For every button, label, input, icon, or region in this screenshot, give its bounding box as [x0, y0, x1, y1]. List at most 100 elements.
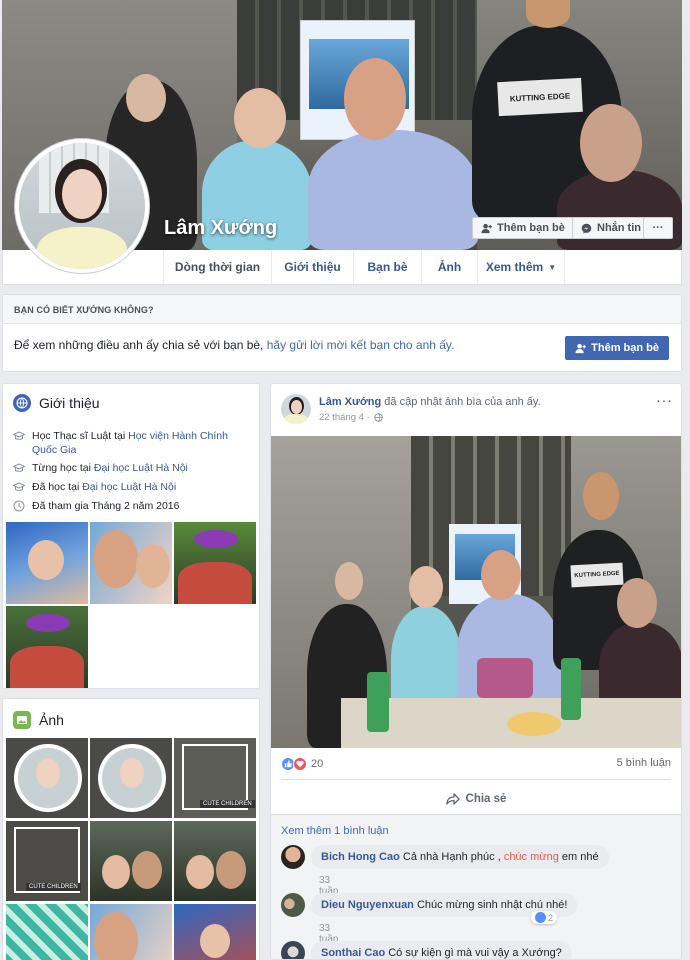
post-options-button[interactable]: ··· — [656, 392, 673, 408]
timeline-post: Lâm Xướng đã cập nhật ảnh bìa của anh ấy… — [270, 383, 682, 960]
post-action: đã cập nhật ảnh bìa của anh ấy. — [381, 396, 541, 408]
commenter-name[interactable]: Sonthai Cao — [321, 947, 385, 959]
tab-photos[interactable]: Ảnh — [421, 250, 477, 284]
photo-cake — [477, 658, 533, 698]
comment-text-end: em nhé — [558, 851, 599, 863]
person-woman-face — [234, 88, 286, 148]
commenter-avatar[interactable] — [281, 845, 305, 869]
graduation-cap-icon — [13, 482, 25, 491]
photo-thumb[interactable] — [90, 904, 172, 960]
post-date[interactable]: 22 tháng 4 · — [319, 412, 370, 423]
commenter-name[interactable]: Dieu Nguyenxuan — [321, 899, 414, 911]
school-link[interactable]: Đại học Luật Hà Nội — [82, 481, 176, 493]
graduation-cap-icon — [13, 431, 25, 440]
comments-section: Xem thêm 1 bình luận Bich Hong Cao Cả nh… — [271, 814, 681, 959]
message-label: Nhắn tin — [597, 222, 641, 234]
photo-bottle — [561, 658, 581, 720]
school-link[interactable]: Đại học Luật Hà Nội — [94, 462, 188, 474]
know-text: Để xem những điều anh ấy chia sẻ với bạn… — [14, 338, 267, 352]
person-girl-face — [126, 74, 166, 122]
person-grandma-face — [580, 104, 642, 182]
photo-thumb[interactable] — [90, 821, 172, 901]
add-friend-button[interactable]: Thêm bạn bè — [472, 217, 574, 239]
intro-heading: Giới thiệu — [13, 394, 100, 412]
featured-photo[interactable] — [174, 522, 256, 604]
post-meta: 22 tháng 4 · — [319, 412, 383, 423]
globe-icon — [373, 413, 383, 422]
post-photo[interactable]: KUTTING EDGE — [271, 436, 681, 748]
add-friend-icon — [481, 223, 492, 233]
intro-row-study: Học Thạc sĩ Luật tại Học viện Hành Chính… — [13, 429, 253, 457]
joined-text: Đã tham gia Tháng 2 năm 2016 — [32, 500, 180, 512]
comment-like-count: 2 — [548, 912, 554, 923]
profile-picture[interactable] — [14, 138, 150, 274]
commenter-avatar[interactable] — [281, 893, 305, 917]
photo-thumb[interactable]: CUTE CHILDREN — [174, 738, 256, 818]
tab-timeline[interactable]: Dòng thời gian — [163, 250, 271, 284]
person-man-face — [344, 58, 406, 140]
know-person-box: BẠN CÓ BIẾT XƯỚNG KHÔNG? Để xem những đi… — [2, 294, 682, 372]
know-header: BẠN CÓ BIẾT XƯỚNG KHÔNG? — [3, 295, 681, 324]
person-man — [308, 130, 478, 250]
photos-title: Ảnh — [39, 712, 64, 728]
post-author-name[interactable]: Lâm Xướng — [319, 396, 381, 408]
comment-text: Có sự kiện gì mà vui vậy a Xướng? — [385, 947, 562, 959]
globe-icon — [13, 394, 31, 412]
more-options-button[interactable]: ··· — [643, 217, 673, 239]
intro-row-prefix: Học Thạc sĩ Luật tại — [32, 430, 129, 442]
tab-about[interactable]: Giới thiệu — [271, 250, 353, 284]
photo-dish — [507, 712, 561, 736]
photo-thumb[interactable] — [90, 738, 172, 818]
photo-bottle — [367, 672, 389, 732]
photo-shirt-print: KUTTING EDGE — [570, 562, 624, 588]
featured-photo[interactable] — [6, 606, 88, 688]
photo-thumb[interactable] — [6, 904, 88, 960]
photo-person-boy-face — [583, 472, 619, 520]
intro-row-studied-2: Đã học tại Đại học Luật Hà Nội — [13, 480, 253, 494]
profile-name[interactable]: Lâm Xướng — [164, 217, 277, 240]
comment-highlight[interactable]: chúc mừng — [504, 851, 559, 863]
like-icon — [535, 912, 546, 923]
intro-row-prefix: Từng học tại — [32, 462, 94, 474]
messenger-icon — [581, 223, 592, 234]
divider — [281, 779, 671, 780]
intro-card: Giới thiệu Học Thạc sĩ Luật tại Học viện… — [2, 383, 260, 689]
photo-thumb[interactable] — [6, 738, 88, 818]
photo-thumb[interactable] — [174, 904, 256, 960]
commenter-name[interactable]: Bich Hong Cao — [321, 851, 400, 863]
commenter-avatar[interactable] — [281, 941, 305, 959]
add-friend-label: Thêm bạn bè — [497, 222, 565, 234]
comment-reactions[interactable]: 2 — [531, 911, 558, 924]
share-label: Chia sẻ — [465, 793, 507, 805]
photos-heading: Ảnh — [13, 711, 64, 729]
tab-friends[interactable]: Bạn bè — [353, 250, 421, 284]
know-message: Để xem những điều anh ấy chia sẻ với bạn… — [14, 338, 454, 352]
send-request-link[interactable]: hãy gửi lời mời kết bạn cho anh ấy. — [267, 338, 455, 352]
photos-card: Ảnh CUTE CHILDREN CUTE CHILDREN — [2, 698, 260, 960]
tab-more[interactable]: Xem thêm ▼ — [477, 250, 565, 284]
photo-thumb[interactable] — [174, 821, 256, 901]
photo-person-grandma-face — [617, 578, 657, 628]
comment-text: Cả nhà Hạnh phúc , — [399, 851, 504, 863]
photo-person-girl-face — [335, 562, 363, 600]
featured-photo[interactable] — [6, 522, 88, 604]
tab-more-label: Xem thêm — [485, 260, 544, 274]
comment-count[interactable]: 5 bình luận — [617, 757, 671, 769]
add-friend-icon — [575, 343, 587, 353]
view-more-comments-link[interactable]: Xem thêm 1 bình luận — [281, 825, 389, 837]
love-icon — [293, 757, 307, 771]
photo-thumb[interactable]: CUTE CHILDREN — [6, 821, 88, 901]
share-button[interactable]: Chia sẻ — [271, 786, 681, 812]
photo-person-woman-face — [409, 566, 443, 608]
intro-title: Giới thiệu — [39, 395, 100, 411]
post-author-avatar[interactable] — [281, 394, 311, 424]
reaction-count: 20 — [311, 758, 324, 770]
message-button[interactable]: Nhắn tin — [572, 217, 650, 239]
comment-bubble: Bich Hong Cao Cả nhà Hạnh phúc , chúc mừ… — [311, 845, 609, 869]
know-button-label: Thêm bạn bè — [591, 342, 659, 354]
know-add-friend-button[interactable]: Thêm bạn bè — [565, 336, 669, 360]
reaction-summary[interactable]: 20 — [281, 757, 323, 771]
comment-text: Chúc mừng sinh nhật chú nhé! — [413, 899, 568, 911]
featured-photo[interactable] — [90, 522, 172, 604]
comment-bubble: Sonthai Cao Có sự kiện gì mà vui vậy a X… — [311, 941, 572, 959]
